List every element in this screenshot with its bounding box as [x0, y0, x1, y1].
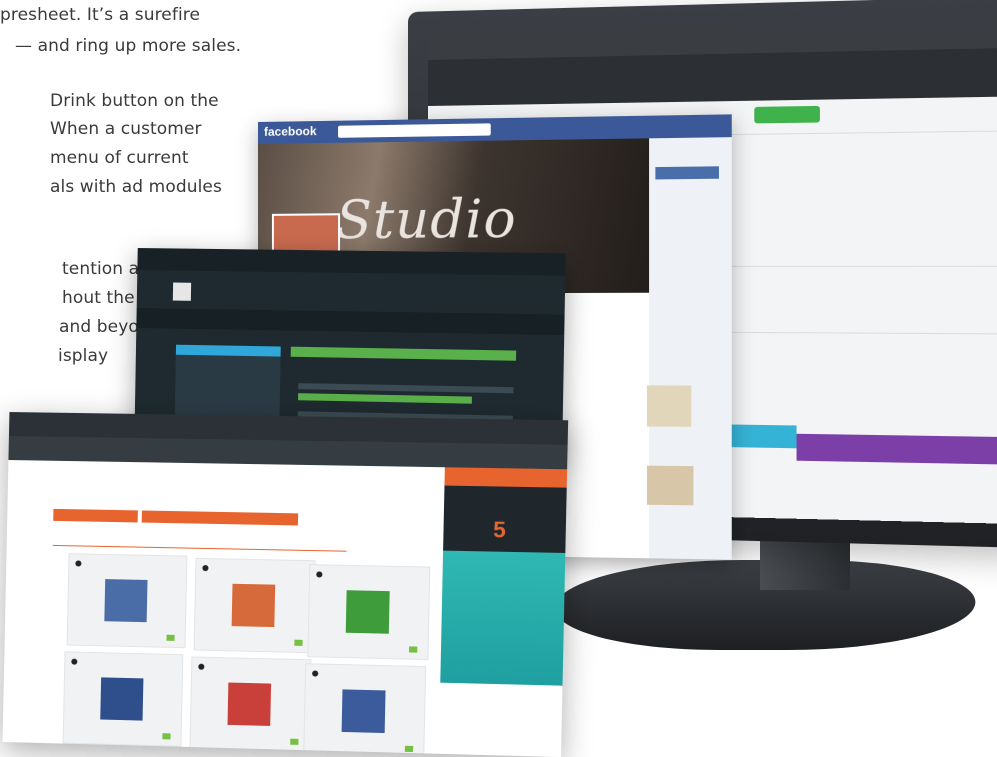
widget-gallery-window: 5: [3, 412, 569, 757]
ad-network-topbar: [137, 248, 565, 276]
copy-line: isplay: [58, 346, 108, 366]
widget-card[interactable]: [303, 663, 426, 757]
card-badge: [162, 733, 170, 739]
widget-card[interactable]: [67, 553, 188, 648]
ad-network-progress-bar: [298, 393, 472, 404]
widget-card[interactable]: [307, 564, 430, 660]
facebook-search-input[interactable]: [338, 123, 491, 137]
copy-line: menu of current: [50, 148, 189, 168]
copy-line: als with ad modules: [50, 177, 222, 197]
widget-thumbnail: [232, 584, 276, 627]
stat-panel-header: [444, 467, 567, 487]
card-badge: [409, 646, 417, 652]
monitor-green-button[interactable]: [754, 106, 820, 124]
widget-card[interactable]: [189, 656, 311, 752]
card-status-dot: [71, 659, 77, 665]
card-badge: [294, 640, 302, 646]
divider: [53, 545, 347, 552]
card-status-dot: [198, 664, 204, 670]
copy-line: — and ring up more sales.: [15, 36, 241, 56]
widget-gallery-orange-button[interactable]: [53, 509, 138, 523]
teal-chart-panel: [440, 551, 565, 686]
monitor-purple-bar[interactable]: [797, 434, 997, 465]
ad-network-main-panel-header: [291, 347, 517, 361]
widget-thumbnail: [346, 590, 390, 634]
card-status-dot: [316, 571, 322, 577]
ad-network-nav: [136, 308, 564, 335]
facebook-sidebar-button[interactable]: [655, 166, 719, 179]
widget-thumbnail: [100, 677, 143, 720]
copy-line: Drink button on the: [50, 91, 219, 111]
card-badge: [166, 635, 174, 641]
widget-thumbnail: [104, 579, 147, 622]
card-status-dot: [75, 560, 81, 566]
stat-number: 5: [493, 517, 506, 544]
facebook-ad-image[interactable]: [647, 466, 694, 506]
facebook-ad-image[interactable]: [647, 385, 691, 426]
ad-network-progress-track: [298, 383, 513, 393]
copy-line: hout the: [62, 288, 135, 308]
widget-thumbnail: [342, 689, 386, 733]
widget-thumbnail: [227, 683, 271, 726]
card-status-dot: [202, 565, 208, 571]
cover-title: Studio: [336, 189, 517, 251]
ad-network-side-panel: [175, 345, 281, 425]
widget-card[interactable]: [63, 651, 184, 746]
widget-card[interactable]: [194, 558, 316, 653]
ad-network-side-panel-header: [176, 345, 281, 357]
card-badge: [405, 746, 413, 752]
widget-gallery-orange-button[interactable]: [142, 510, 298, 525]
ad-network-logo: [173, 283, 191, 301]
copy-line: When a customer: [50, 119, 202, 139]
card-status-dot: [312, 670, 318, 676]
facebook-logo[interactable]: facebook: [264, 124, 317, 139]
copy-line: presheet. It’s a surefire: [0, 5, 200, 25]
